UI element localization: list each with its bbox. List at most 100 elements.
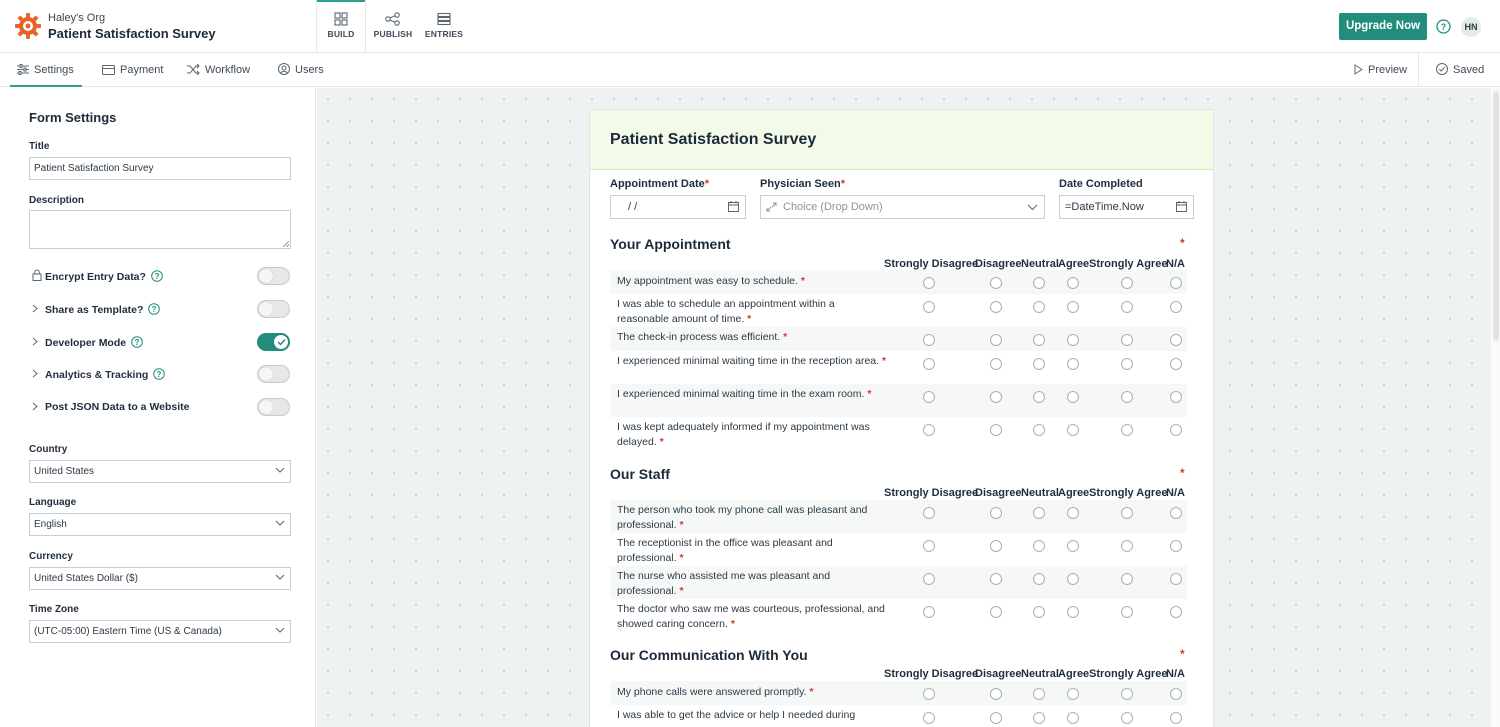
country-select[interactable]: United States xyxy=(29,460,291,483)
radio-strongly-disagree[interactable] xyxy=(923,606,935,618)
radio-strongly-agree[interactable] xyxy=(1121,277,1133,289)
gear-logo-icon[interactable] xyxy=(14,12,42,40)
radio-agree[interactable] xyxy=(1067,334,1079,346)
upgrade-now-button[interactable]: Upgrade Now xyxy=(1339,13,1427,40)
radio-strongly-disagree[interactable] xyxy=(923,540,935,552)
radio-disagree[interactable] xyxy=(990,424,1002,436)
radio-na[interactable] xyxy=(1170,334,1182,346)
radio-na[interactable] xyxy=(1170,712,1182,724)
radio-strongly-agree[interactable] xyxy=(1121,606,1133,618)
radio-na[interactable] xyxy=(1170,540,1182,552)
timezone-select[interactable]: (UTC-05:00) Eastern Time (US & Canada) xyxy=(29,620,291,643)
preview-button[interactable]: Preview xyxy=(1354,53,1407,87)
tab-payment[interactable]: Payment xyxy=(102,53,163,87)
radio-neutral[interactable] xyxy=(1033,277,1045,289)
developer-mode-row[interactable]: Developer Mode? xyxy=(29,332,291,352)
radio-neutral[interactable] xyxy=(1033,540,1045,552)
radio-neutral[interactable] xyxy=(1033,712,1045,724)
radio-strongly-agree[interactable] xyxy=(1121,573,1133,585)
title-input[interactable]: Patient Satisfaction Survey xyxy=(29,157,291,180)
radio-agree[interactable] xyxy=(1067,358,1079,370)
form-title[interactable]: Patient Satisfaction Survey xyxy=(48,26,216,41)
radio-strongly-disagree[interactable] xyxy=(923,424,935,436)
radio-strongly-agree[interactable] xyxy=(1121,507,1133,519)
vertical-scrollbar[interactable] xyxy=(1490,88,1500,727)
tab-users[interactable]: Users xyxy=(278,53,324,87)
radio-na[interactable] xyxy=(1170,573,1182,585)
radio-strongly-disagree[interactable] xyxy=(923,301,935,313)
radio-agree[interactable] xyxy=(1067,277,1079,289)
developer-mode-toggle[interactable] xyxy=(257,333,290,351)
tab-publish[interactable]: PUBLISH xyxy=(369,0,417,52)
calendar-icon[interactable] xyxy=(1176,201,1187,212)
radio-neutral[interactable] xyxy=(1033,391,1045,403)
radio-agree[interactable] xyxy=(1067,507,1079,519)
currency-select[interactable]: United States Dollar ($) xyxy=(29,567,291,590)
radio-strongly-agree[interactable] xyxy=(1121,334,1133,346)
radio-na[interactable] xyxy=(1170,277,1182,289)
appointment-date-input[interactable]: / / xyxy=(610,195,746,219)
radio-disagree[interactable] xyxy=(990,277,1002,289)
radio-strongly-disagree[interactable] xyxy=(923,573,935,585)
radio-agree[interactable] xyxy=(1067,712,1079,724)
radio-strongly-disagree[interactable] xyxy=(923,712,935,724)
radio-na[interactable] xyxy=(1170,507,1182,519)
radio-strongly-disagree[interactable] xyxy=(923,688,935,700)
help-icon[interactable]: ? xyxy=(153,368,166,380)
radio-na[interactable] xyxy=(1170,301,1182,313)
tab-workflow[interactable]: Workflow xyxy=(187,53,250,87)
chevron-right-icon[interactable] xyxy=(32,369,38,378)
radio-disagree[interactable] xyxy=(990,712,1002,724)
calendar-icon[interactable] xyxy=(728,201,739,212)
radio-na[interactable] xyxy=(1170,424,1182,436)
description-textarea[interactable] xyxy=(29,210,291,249)
analytics-tracking-toggle[interactable] xyxy=(257,365,290,383)
radio-strongly-disagree[interactable] xyxy=(923,334,935,346)
radio-neutral[interactable] xyxy=(1033,573,1045,585)
help-icon[interactable]: ? xyxy=(131,336,143,348)
analytics-tracking-row[interactable]: Analytics & Tracking? xyxy=(29,364,291,384)
radio-strongly-agree[interactable] xyxy=(1121,391,1133,403)
radio-disagree[interactable] xyxy=(990,540,1002,552)
radio-agree[interactable] xyxy=(1067,301,1079,313)
radio-disagree[interactable] xyxy=(990,334,1002,346)
radio-strongly-agree[interactable] xyxy=(1121,688,1133,700)
form-card[interactable]: Patient Satisfaction Survey Appointment … xyxy=(589,109,1214,727)
radio-agree[interactable] xyxy=(1067,688,1079,700)
radio-neutral[interactable] xyxy=(1033,424,1045,436)
radio-na[interactable] xyxy=(1170,391,1182,403)
radio-neutral[interactable] xyxy=(1033,334,1045,346)
radio-neutral[interactable] xyxy=(1033,301,1045,313)
scrollbar-thumb[interactable] xyxy=(1493,91,1499,341)
radio-strongly-agree[interactable] xyxy=(1121,540,1133,552)
post-json-row[interactable]: Post JSON Data to a Website xyxy=(29,397,291,417)
tab-settings[interactable]: Settings xyxy=(10,53,82,87)
radio-na[interactable] xyxy=(1170,688,1182,700)
radio-disagree[interactable] xyxy=(990,391,1002,403)
chevron-right-icon[interactable] xyxy=(32,304,38,313)
radio-disagree[interactable] xyxy=(990,507,1002,519)
radio-strongly-agree[interactable] xyxy=(1121,712,1133,724)
share-as-template-row[interactable]: Share as Template?? xyxy=(29,299,291,319)
tab-build[interactable]: BUILD xyxy=(316,0,366,52)
radio-neutral[interactable] xyxy=(1033,358,1045,370)
physician-seen-select[interactable]: Choice (Drop Down) xyxy=(760,195,1045,219)
radio-strongly-disagree[interactable] xyxy=(923,507,935,519)
help-icon[interactable]: ? xyxy=(148,303,161,315)
radio-strongly-disagree[interactable] xyxy=(923,358,935,370)
share-as-template-toggle[interactable] xyxy=(257,300,290,318)
radio-agree[interactable] xyxy=(1067,606,1079,618)
user-avatar[interactable]: HN xyxy=(1461,17,1481,37)
radio-neutral[interactable] xyxy=(1033,606,1045,618)
post-json-toggle[interactable] xyxy=(257,398,290,416)
radio-agree[interactable] xyxy=(1067,424,1079,436)
chevron-right-icon[interactable] xyxy=(32,402,38,411)
radio-strongly-agree[interactable] xyxy=(1121,358,1133,370)
radio-agree[interactable] xyxy=(1067,391,1079,403)
radio-na[interactable] xyxy=(1170,606,1182,618)
radio-disagree[interactable] xyxy=(990,301,1002,313)
encrypt-entry-data-toggle[interactable] xyxy=(257,267,290,285)
radio-neutral[interactable] xyxy=(1033,688,1045,700)
date-completed-input[interactable]: =DateTime.Now xyxy=(1059,195,1194,219)
radio-na[interactable] xyxy=(1170,358,1182,370)
